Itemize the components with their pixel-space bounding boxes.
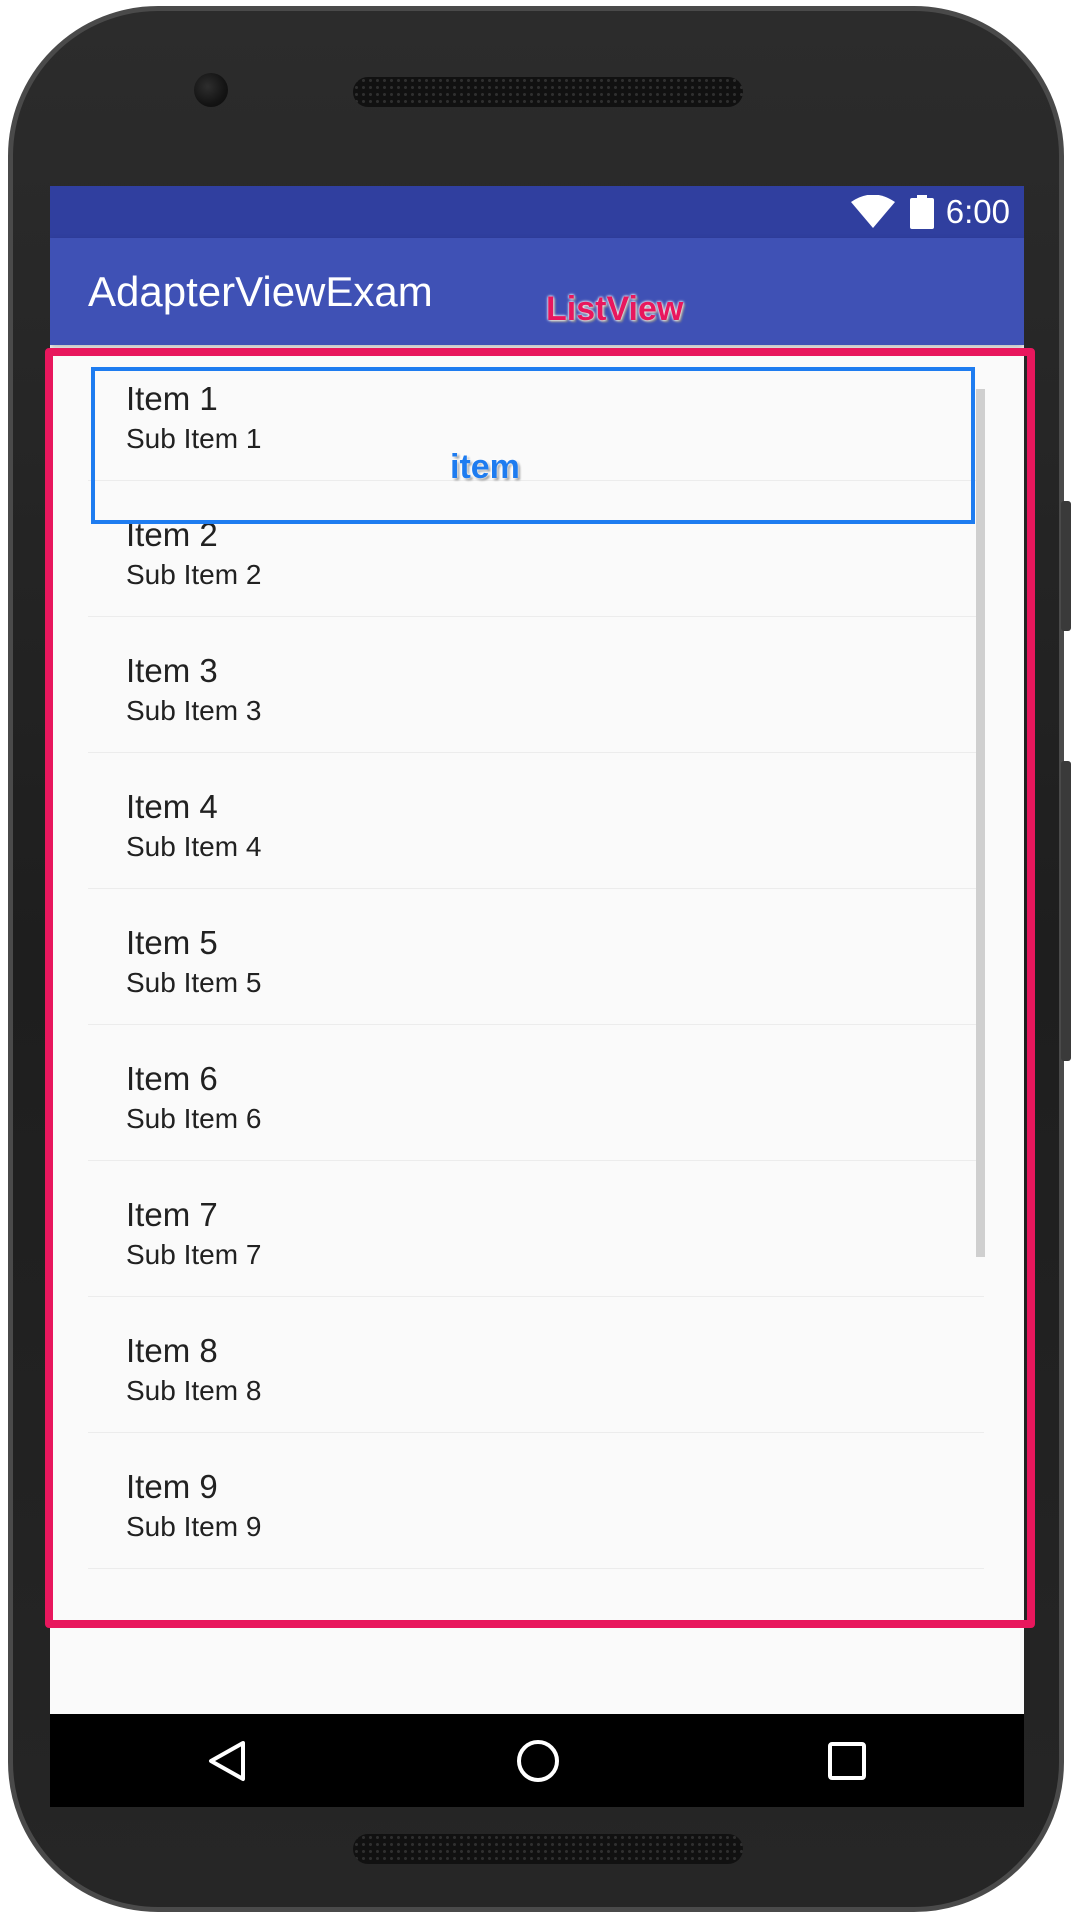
item-annotation-box (91, 367, 975, 524)
listview-annotation-box (45, 348, 1035, 1628)
app-title: AdapterViewExam (88, 268, 433, 315)
status-icons: 6:00 (850, 186, 1010, 238)
navigation-bar (50, 1714, 1024, 1807)
wifi-icon (850, 195, 896, 229)
status-bar: 6:00 (50, 186, 1024, 238)
top-speaker (353, 77, 743, 107)
home-button[interactable] (478, 1714, 598, 1807)
back-icon (209, 1740, 245, 1781)
battery-icon (909, 195, 934, 229)
listview-annotation-label: ListView (546, 290, 684, 328)
app-bar: AdapterViewExam (50, 238, 1024, 345)
recents-icon (828, 1741, 866, 1780)
status-time: 6:00 (945, 193, 1010, 230)
power-button (1061, 501, 1071, 631)
recents-button[interactable] (787, 1714, 907, 1807)
item-annotation-label: item (450, 448, 520, 486)
bottom-speaker (353, 1834, 743, 1864)
back-button[interactable] (167, 1714, 287, 1807)
volume-button (1061, 761, 1071, 1061)
home-icon (517, 1739, 559, 1782)
front-camera (194, 73, 228, 107)
